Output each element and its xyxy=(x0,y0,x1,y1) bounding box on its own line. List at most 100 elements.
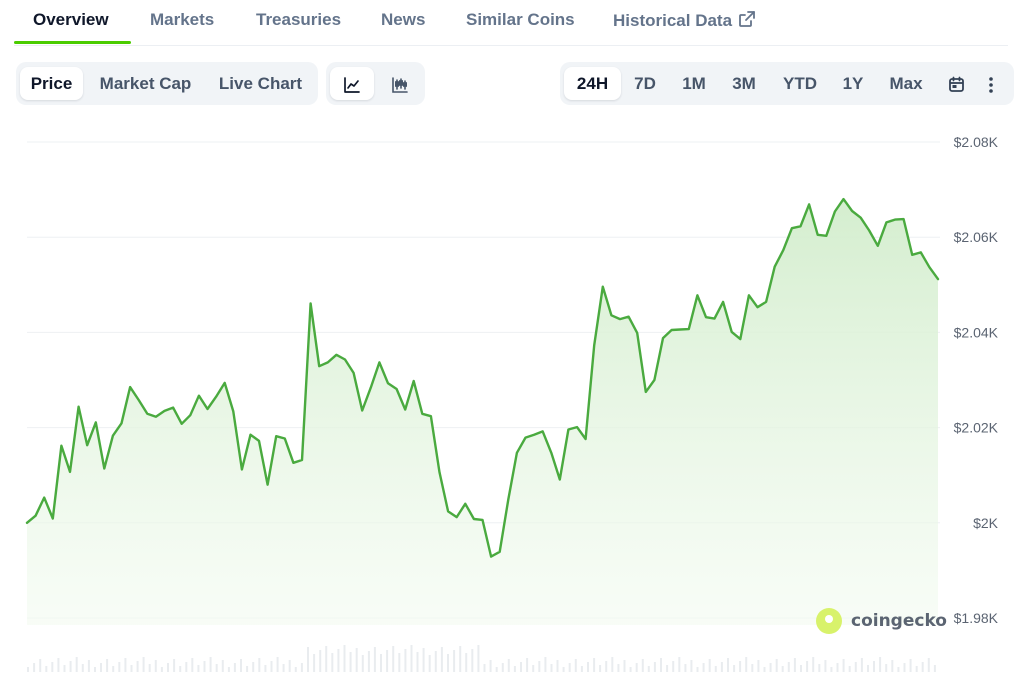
volume-bar xyxy=(702,663,705,672)
volume-bar xyxy=(684,664,687,672)
volume-bar xyxy=(246,666,249,672)
volume-bar xyxy=(836,663,839,672)
date-picker-button[interactable] xyxy=(940,67,972,100)
volume-bar xyxy=(623,660,626,672)
volume-bar xyxy=(160,667,163,672)
volume-bar xyxy=(526,658,529,672)
price-point xyxy=(155,416,157,418)
volume-bar xyxy=(781,666,784,672)
more-options-button[interactable] xyxy=(976,67,1006,100)
price-point xyxy=(421,413,423,415)
volume-bar xyxy=(775,659,778,672)
volume-bar xyxy=(708,659,711,672)
volume-bar xyxy=(635,663,638,672)
volume-bar xyxy=(854,662,857,672)
range-3m-button[interactable]: 3M xyxy=(720,67,768,100)
price-chart[interactable]: $2.08K $2.06K $2.04K $2.02K $2K $1.98K xyxy=(0,120,1024,674)
volume-bar xyxy=(343,645,346,672)
price-point xyxy=(628,316,630,318)
price-point xyxy=(456,516,458,518)
volume-bar xyxy=(45,666,48,672)
volume-bar xyxy=(471,649,474,672)
volume-bar xyxy=(538,661,541,672)
price-point xyxy=(52,518,54,520)
price-point xyxy=(292,462,294,464)
range-24h-button[interactable]: 24H xyxy=(564,67,621,100)
y-tick-label: $2.02K xyxy=(954,420,999,436)
price-point xyxy=(284,438,286,440)
range-1m-button[interactable]: 1M xyxy=(670,67,718,100)
tab-treasuries[interactable]: Treasuries xyxy=(256,10,341,30)
volume-bar xyxy=(416,652,419,672)
market-cap-button[interactable]: Market Cap xyxy=(89,67,202,100)
volume-bar xyxy=(258,658,261,672)
view-mode-selector xyxy=(326,62,425,105)
price-point xyxy=(473,518,475,520)
price-point xyxy=(525,437,527,439)
calendar-icon xyxy=(948,74,965,93)
price-point xyxy=(207,408,209,410)
price-point xyxy=(843,198,845,200)
volume-bar xyxy=(605,661,608,672)
volume-bar xyxy=(666,665,669,672)
volume-bar xyxy=(39,659,42,672)
price-point xyxy=(550,452,552,454)
range-1y-button[interactable]: 1Y xyxy=(832,67,874,100)
y-tick-label: $2K xyxy=(973,515,999,531)
volume-bar xyxy=(733,665,736,672)
price-point xyxy=(705,316,707,318)
volume-bar xyxy=(94,667,96,672)
price-point xyxy=(817,234,819,236)
volume-bar xyxy=(27,667,29,672)
volume-bar xyxy=(264,665,267,672)
price-point xyxy=(275,435,277,437)
price-point xyxy=(679,329,681,331)
price-point xyxy=(808,203,810,205)
line-chart-button[interactable] xyxy=(330,67,374,100)
tab-historical-data[interactable]: Historical Data xyxy=(613,10,756,33)
active-tab-indicator xyxy=(14,41,131,44)
price-point xyxy=(868,230,870,232)
volume-bar xyxy=(873,661,875,672)
volume-bar xyxy=(921,662,924,672)
price-point xyxy=(121,422,123,424)
price-point xyxy=(894,219,896,221)
volume-bar xyxy=(933,665,936,672)
range-7d-button[interactable]: 7D xyxy=(622,67,668,100)
volume-bar xyxy=(355,648,358,672)
volume-bar xyxy=(587,662,589,672)
volume-bar xyxy=(167,663,169,672)
price-point xyxy=(885,221,887,223)
range-max-button[interactable]: Max xyxy=(878,67,934,100)
y-tick-label: $2.06K xyxy=(954,229,999,245)
price-point xyxy=(396,388,398,390)
live-chart-button[interactable]: Live Chart xyxy=(209,67,312,100)
price-button[interactable]: Price xyxy=(20,67,83,100)
price-point xyxy=(181,423,183,425)
volume-bar xyxy=(660,658,662,672)
price-point xyxy=(26,522,28,524)
volume-bar xyxy=(173,659,176,672)
volume-bar xyxy=(507,659,510,672)
tab-similar-coins[interactable]: Similar Coins xyxy=(466,10,575,30)
price-point xyxy=(851,210,853,212)
price-point xyxy=(335,354,337,356)
price-point xyxy=(490,556,492,558)
price-point xyxy=(447,510,449,512)
chart-type-selector: Price Market Cap Live Chart xyxy=(16,62,318,105)
volume-bar xyxy=(106,659,109,672)
price-point xyxy=(499,551,501,553)
volume-bar xyxy=(81,664,84,672)
tab-markets[interactable]: Markets xyxy=(150,10,214,30)
volume-bar xyxy=(489,660,492,672)
price-point xyxy=(35,515,37,517)
tab-news[interactable]: News xyxy=(381,10,425,30)
volume-bar xyxy=(739,661,742,672)
candlestick-chart-button[interactable] xyxy=(378,67,422,100)
price-point xyxy=(78,406,80,408)
volume-bar xyxy=(270,661,273,672)
price-point xyxy=(232,410,234,412)
range-ytd-button[interactable]: YTD xyxy=(772,67,828,100)
price-point xyxy=(146,413,148,415)
tab-overview[interactable]: Overview xyxy=(33,10,109,30)
